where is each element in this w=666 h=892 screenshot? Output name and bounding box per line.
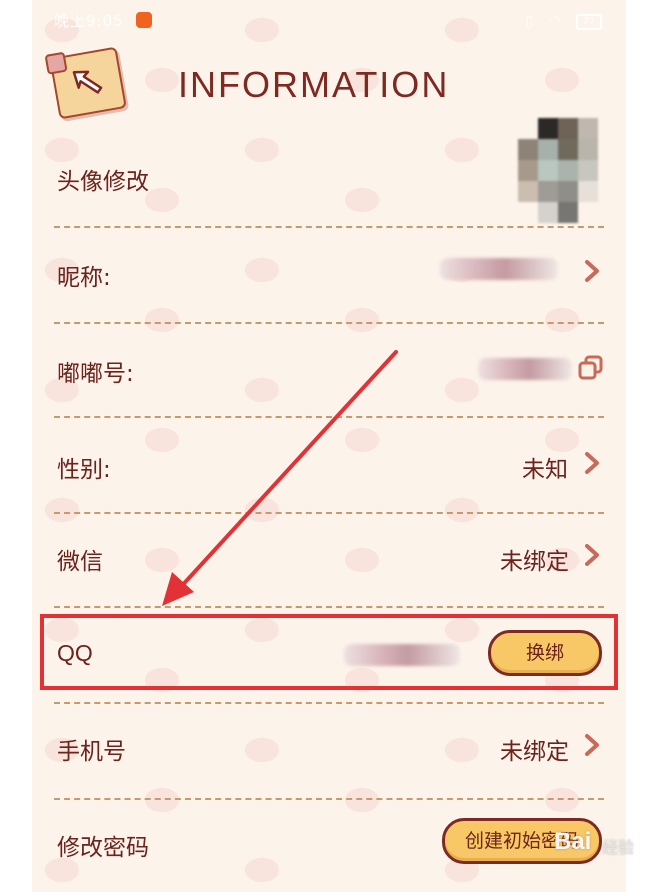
watermark-sub: 经验: [602, 840, 635, 857]
highlight-box: [40, 614, 618, 690]
chevron-right-icon: [585, 260, 599, 282]
chevron-right-icon: [585, 452, 599, 474]
wifi-icon: ◠: [548, 12, 562, 30]
password-row: 修改密码 创建初始密码: [54, 800, 604, 892]
copy-icon[interactable]: [578, 355, 604, 381]
gender-label: 性别:: [57, 457, 111, 483]
app-screen: 晚上9:05 ▯ ◠ 77 INFORMATION 头像修改 昵称: 嘟嘟号:: [32, 0, 626, 892]
gender-value: 未知: [522, 457, 568, 483]
baidu-watermark: Bai 经验: [548, 822, 664, 872]
status-indicators: ▯ ◠ 77: [515, 12, 602, 30]
status-bar: 晚上9:05 ▯ ◠ 77: [32, 0, 626, 40]
nickname-row[interactable]: 昵称:: [54, 228, 604, 324]
gender-row[interactable]: 性别: 未知: [54, 418, 604, 514]
pin-decoration: [44, 51, 68, 75]
battery-icon: 77: [576, 13, 602, 30]
back-button[interactable]: [44, 46, 127, 120]
avatar-label: 头像修改: [57, 169, 149, 195]
dudu-id-label: 嘟嘟号:: [57, 361, 134, 387]
phone-value: 未绑定: [500, 739, 569, 765]
back-arrow-icon: [72, 70, 103, 94]
wechat-label: 微信: [57, 549, 103, 575]
phone-label: 手机号: [57, 739, 126, 765]
wechat-value: 未绑定: [500, 549, 569, 575]
page-title: INFORMATION: [178, 64, 450, 105]
status-time: 晚上9:05: [54, 12, 124, 30]
chevron-right-icon: [585, 544, 599, 566]
nickname-label: 昵称:: [57, 265, 111, 291]
wechat-row[interactable]: 微信 未绑定: [54, 514, 604, 608]
dudu-id-row: 嘟嘟号:: [54, 324, 604, 418]
watermark-brand: Bai: [554, 828, 592, 855]
app-notification-icon: [136, 12, 152, 28]
phone-row[interactable]: 手机号 未绑定: [54, 704, 604, 800]
chevron-right-icon: [585, 734, 599, 756]
dudu-id-value-redacted: [478, 358, 572, 380]
password-label: 修改密码: [57, 835, 149, 861]
signal-icon: ▯: [525, 12, 534, 30]
nickname-value-redacted: [440, 258, 558, 280]
avatar[interactable]: [518, 118, 598, 223]
